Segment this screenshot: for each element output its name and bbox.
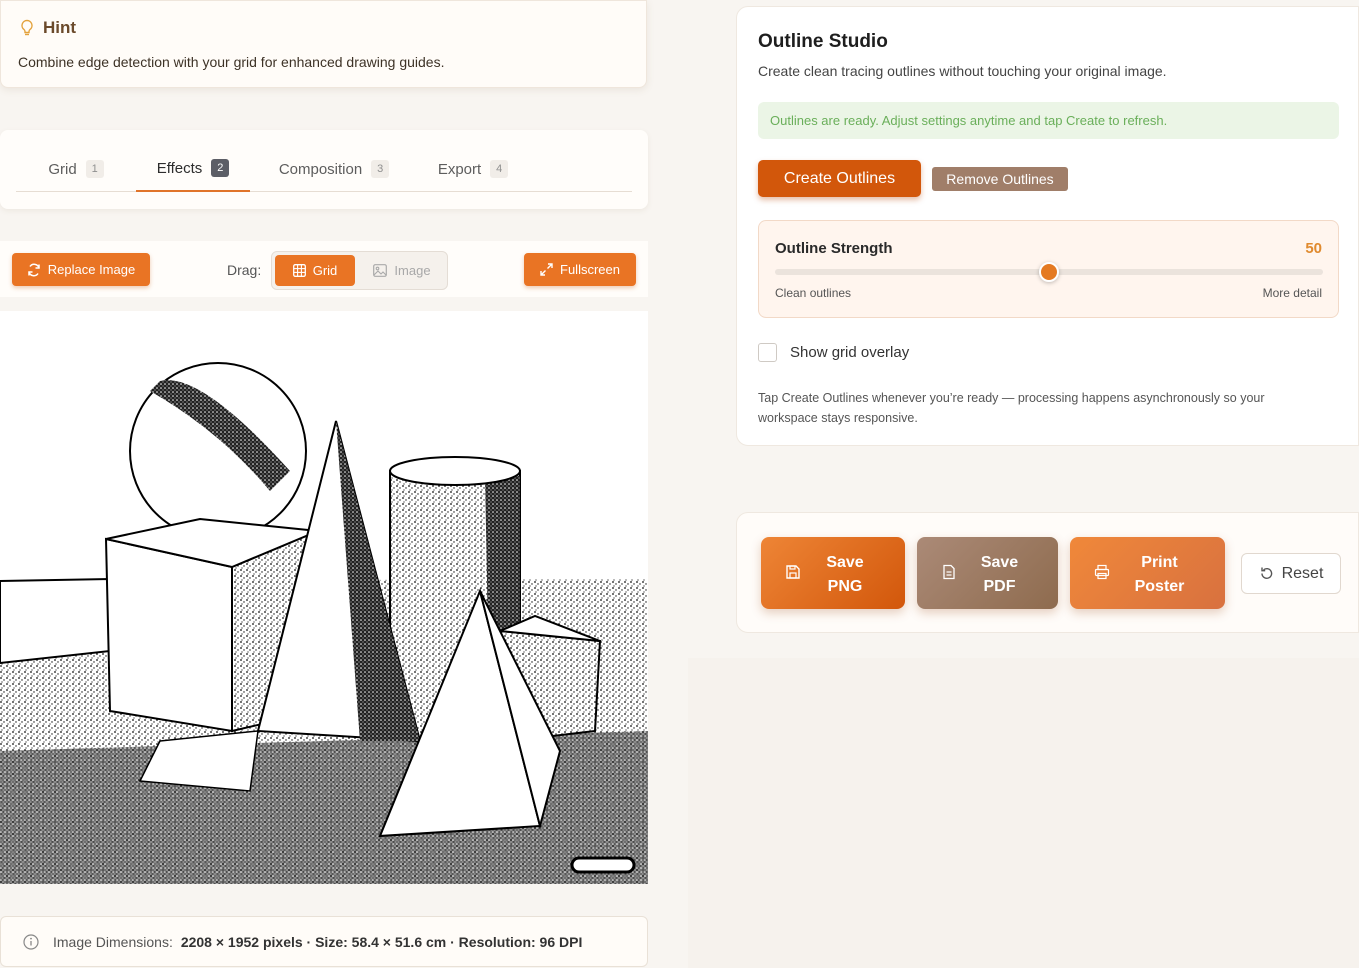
lightbulb-icon: [21, 19, 33, 36]
drag-grid-button[interactable]: Grid: [275, 255, 355, 286]
create-outlines-button[interactable]: Create Outlines: [758, 160, 921, 197]
save-pdf-button[interactable]: Save PDF: [917, 537, 1058, 609]
tab-bar: Grid 1 Effects 2 Composition 3 Export 4: [16, 146, 632, 192]
image-info-bar: Image Dimensions: 2208 × 1952 pixels · S…: [0, 916, 648, 967]
outline-studio-card: Outline Studio Create clean tracing outl…: [736, 6, 1359, 446]
fullscreen-button[interactable]: Fullscreen: [524, 253, 636, 286]
print-poster-line1: Print: [1141, 554, 1178, 571]
save-png-label: Save PNG: [761, 551, 905, 599]
reset-label: Reset: [1281, 564, 1324, 582]
slider-max-label: More detail: [1262, 286, 1322, 300]
outline-image: [0, 311, 648, 884]
studio-subtitle: Create clean tracing outlines without to…: [758, 63, 1167, 79]
tab-composition[interactable]: Composition 3: [250, 146, 418, 192]
save-pdf-label: Save PDF: [917, 551, 1058, 599]
tab-label: Grid: [48, 160, 77, 178]
actions-card: Save PNG Save PDF Print Poster Reset: [736, 512, 1359, 633]
outline-strength-value: 50: [1305, 240, 1322, 257]
save-pdf-line1: Save: [980, 554, 1019, 571]
hint-card: Hint Combine edge detection with your gr…: [0, 0, 647, 88]
save-pdf-line2: PDF: [983, 578, 1016, 595]
print-poster-label: Print Poster: [1070, 551, 1225, 599]
outline-strength-slider[interactable]: [775, 262, 1323, 282]
slider-min-label: Clean outlines: [775, 286, 852, 300]
expand-icon: [540, 263, 553, 276]
drag-label: Drag:: [227, 262, 262, 278]
drag-image-label: Image: [394, 263, 431, 278]
info-icon: [23, 933, 39, 950]
outline-strength-label: Outline Strength: [775, 240, 893, 257]
tab-number: 2: [211, 159, 230, 177]
tab-label: Effects: [156, 159, 203, 177]
tab-number: 1: [85, 160, 104, 178]
hint-header: Hint: [19, 18, 76, 38]
drag-mode-toggle: Grid Image: [271, 251, 448, 290]
grid-icon: [292, 264, 306, 277]
image-dimensions-value: 2208 × 1952 pixels · Size: 58.4 × 51.6 c…: [180, 933, 583, 950]
drag-grid-label: Grid: [312, 263, 338, 278]
hint-text: Combine edge detection with your grid fo…: [18, 54, 445, 70]
tab-export[interactable]: Export 4: [418, 146, 528, 192]
print-poster-line2: Poster: [1134, 578, 1185, 595]
save-png-line2: PNG: [827, 578, 863, 595]
tab-label: Composition: [278, 160, 363, 178]
replace-image-button[interactable]: Replace Image: [12, 253, 150, 286]
studio-note: Tap Create Outlines whenever you’re read…: [758, 391, 1265, 425]
outline-strength-panel: Outline Strength 50 Clean outlines More …: [758, 220, 1339, 318]
save-png-line1: Save: [826, 554, 864, 571]
slider-handle[interactable]: [1039, 262, 1059, 282]
undo-icon: [1260, 567, 1272, 579]
right-panel-lower: [688, 658, 1359, 968]
image-dimensions-label: Image Dimensions:: [53, 933, 173, 950]
tab-label: Export: [437, 160, 482, 178]
tab-number: 4: [490, 160, 509, 178]
image-icon: [373, 264, 388, 277]
remove-outlines-button[interactable]: Remove Outlines: [932, 167, 1068, 191]
tab-grid[interactable]: Grid 1: [16, 146, 136, 192]
print-poster-button[interactable]: Print Poster: [1070, 537, 1225, 609]
drag-image-button[interactable]: Image: [360, 255, 444, 286]
image-toolbar: Replace Image Drag: Grid Image Fullscree…: [0, 241, 648, 297]
tab-number: 3: [371, 160, 390, 178]
save-png-button[interactable]: Save PNG: [761, 537, 905, 609]
grid-overlay-option[interactable]: Show grid overlay: [758, 343, 909, 362]
grid-overlay-checkbox[interactable]: [758, 343, 777, 362]
image-canvas[interactable]: [0, 311, 648, 884]
hint-title: Hint: [43, 18, 77, 37]
studio-title: Outline Studio: [758, 31, 888, 52]
grid-overlay-label: Show grid overlay: [790, 344, 910, 361]
tabs-card: Grid 1 Effects 2 Composition 3 Export 4: [0, 130, 648, 209]
tab-effects[interactable]: Effects 2: [136, 146, 250, 192]
refresh-icon: [28, 263, 40, 276]
replace-image-label: Replace Image: [47, 262, 136, 277]
reset-button[interactable]: Reset: [1241, 553, 1341, 594]
status-banner: Outlines are ready. Adjust settings anyt…: [758, 102, 1339, 139]
fullscreen-label: Fullscreen: [560, 262, 620, 277]
